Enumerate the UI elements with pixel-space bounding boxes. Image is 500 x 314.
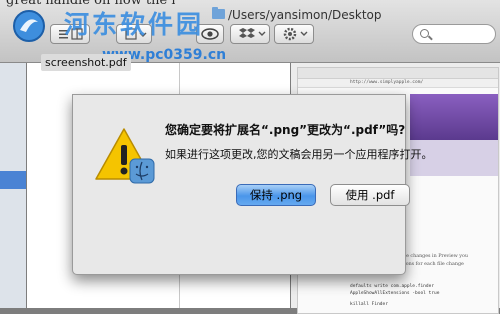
- watermark-name: 河东软件园: [64, 10, 205, 39]
- gear-icon: [283, 27, 308, 41]
- dialog-title: 您确定要将扩展名“.png”更改为“.pdf”吗?: [165, 123, 406, 137]
- preview-url: http://www.simplyapple.com/: [350, 80, 424, 85]
- file-item-screenshot[interactable]: screenshot.pdf: [41, 54, 131, 71]
- window-title: /Users/yansimon/Desktop: [228, 8, 382, 22]
- finder-sidebar: [0, 63, 26, 308]
- search-field[interactable]: [412, 24, 496, 44]
- dialog-message: 如果进行这项更改,您的文稿会用另一个应用程序打开。: [165, 148, 433, 161]
- preview-code-1: defaults write com.apple.finder: [350, 284, 434, 289]
- warning-icon: [95, 128, 155, 184]
- dropbox-button[interactable]: [230, 24, 270, 44]
- folder-icon: [212, 7, 225, 19]
- preview-code-3: killall Finder: [350, 302, 388, 307]
- keep-png-button[interactable]: 保持 .png: [236, 184, 316, 206]
- preview-code-2: AppleShowAllExtensions -bool true: [350, 291, 440, 296]
- preview-browser-bar: [298, 68, 498, 79]
- sidebar-selected-item[interactable]: [0, 171, 26, 189]
- watermark-logo: [13, 10, 45, 42]
- action-gear-button[interactable]: [274, 24, 314, 44]
- dropbox-icon: [239, 28, 266, 38]
- use-pdf-button[interactable]: 使用 .pdf: [330, 184, 410, 206]
- change-extension-dialog: 您确定要将扩展名“.png”更改为“.pdf”吗? 如果进行这项更改,您的文稿会…: [72, 94, 433, 275]
- preview-header-image: [410, 94, 498, 140]
